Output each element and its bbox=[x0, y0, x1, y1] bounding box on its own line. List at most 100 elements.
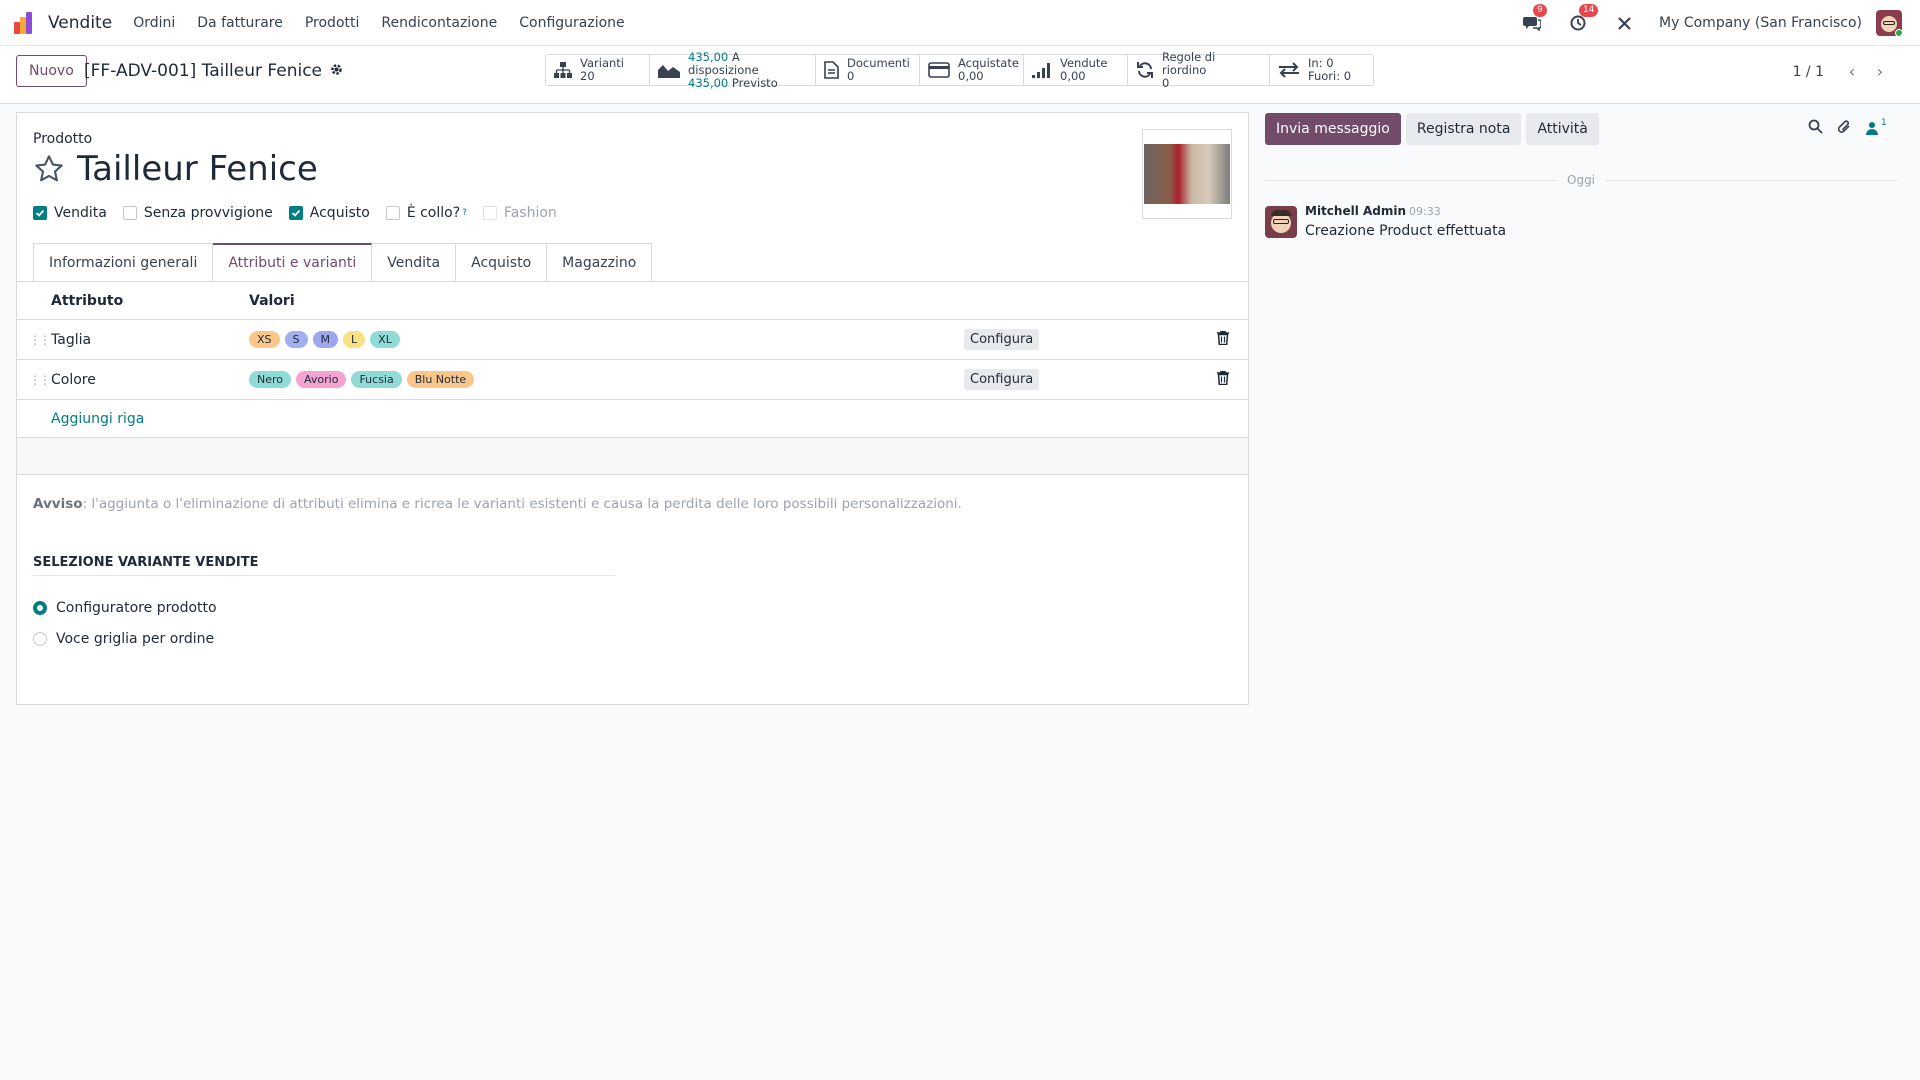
pager-next-icon[interactable]: › bbox=[1866, 62, 1894, 81]
value-tag: Nero bbox=[249, 371, 292, 388]
menu-item-rendicontazione[interactable]: Rendicontazione bbox=[370, 15, 508, 31]
add-line-row: Aggiungi riga bbox=[17, 400, 1248, 438]
on-hand-smart-button[interactable]: 435,00 A disposizione 435,00 Previsto bbox=[650, 50, 816, 89]
column-header-attributo[interactable]: Attributo bbox=[51, 293, 123, 309]
company-switcher[interactable]: My Company (San Francisco) bbox=[1659, 15, 1862, 31]
notebook-tabs: Informazioni generali Attributi e varian… bbox=[33, 243, 653, 282]
drag-handle-icon[interactable]: ⋮⋮ bbox=[29, 333, 51, 347]
column-header-valori[interactable]: Valori bbox=[249, 293, 295, 309]
trash-icon[interactable] bbox=[1217, 370, 1229, 389]
attribute-name[interactable]: Taglia bbox=[51, 332, 91, 348]
in-out-smart-button[interactable]: In: 0 Fuori: 0 bbox=[1270, 55, 1373, 85]
trash-icon[interactable] bbox=[1217, 330, 1229, 349]
app-logo-icon[interactable] bbox=[14, 11, 38, 34]
table-header: Attributo Valori bbox=[17, 282, 1248, 320]
activities-button[interactable]: Attività bbox=[1526, 113, 1599, 145]
reorder-rules-smart-button[interactable]: Regole di riordino 0 bbox=[1128, 50, 1270, 89]
checkbox-e-collo[interactable]: È collo? ? bbox=[385, 205, 467, 221]
message-author-avatar[interactable] bbox=[1265, 206, 1297, 238]
table-row[interactable]: ⋮⋮ Taglia XS S M L XL Configura bbox=[17, 320, 1248, 360]
variants-smart-button[interactable]: Varianti 20 bbox=[546, 55, 650, 85]
main-menu: Ordini Da fatturare Prodotti Rendicontaz… bbox=[122, 15, 635, 31]
radio-voce-griglia[interactable]: Voce griglia per ordine bbox=[33, 631, 214, 647]
checkbox-senza-provvigione[interactable]: Senza provvigione bbox=[122, 205, 273, 221]
checkbox-unchecked-icon[interactable] bbox=[122, 206, 137, 220]
menu-item-configurazione[interactable]: Configurazione bbox=[508, 15, 635, 31]
chatter-icons: 1 bbox=[1808, 118, 1915, 135]
product-field-label: Prodotto bbox=[33, 131, 93, 147]
menu-item-prodotti[interactable]: Prodotti bbox=[294, 15, 371, 31]
drag-handle-icon[interactable]: ⋮⋮ bbox=[29, 373, 51, 387]
radio-unselected-icon[interactable] bbox=[33, 632, 47, 646]
configure-button[interactable]: Configura bbox=[964, 329, 1040, 350]
checkbox-checked-icon[interactable] bbox=[33, 206, 47, 220]
log-note-button[interactable]: Registra nota bbox=[1405, 113, 1522, 145]
value-tag: S bbox=[284, 331, 308, 348]
app-name[interactable]: Vendite bbox=[48, 13, 112, 33]
message-time: 09:33 bbox=[1409, 205, 1441, 218]
checkbox-disabled-icon bbox=[482, 206, 497, 220]
attribute-values[interactable]: XS S M L XL bbox=[249, 331, 405, 348]
checkbox-fashion: Fashion bbox=[482, 205, 557, 221]
tab-attributi-e-varianti[interactable]: Attributi e varianti bbox=[213, 243, 373, 282]
reorder-rules-label: Regole di riordino bbox=[1162, 49, 1216, 77]
product-photo bbox=[1144, 144, 1230, 204]
date-separator: Oggi bbox=[1557, 173, 1606, 187]
tab-informazioni-generali[interactable]: Informazioni generali bbox=[33, 243, 214, 281]
tools-icon[interactable] bbox=[1613, 12, 1635, 34]
value-tag: M bbox=[312, 331, 339, 348]
smart-buttons: Varianti 20 435,00 A disposizione 435,00 … bbox=[545, 50, 1374, 89]
messages-icon[interactable]: 9 bbox=[1521, 4, 1547, 34]
sold-smart-button[interactable]: Vendute 0,00 bbox=[1024, 55, 1128, 85]
radio-selected-icon[interactable] bbox=[33, 601, 47, 615]
search-icon[interactable] bbox=[1808, 119, 1823, 134]
tab-acquisto[interactable]: Acquisto bbox=[456, 243, 548, 281]
checkbox-vendita[interactable]: Vendita bbox=[33, 205, 107, 221]
breadcrumb: [FF-ADV-001] Tailleur Fenice bbox=[84, 61, 343, 81]
tab-magazzino[interactable]: Magazzino bbox=[547, 243, 653, 281]
purchased-smart-button[interactable]: Acquistate 0,00 bbox=[920, 55, 1024, 85]
followers-icon[interactable]: 1 bbox=[1866, 118, 1901, 135]
value-tag: Blu Notte bbox=[406, 371, 475, 388]
on-hand-value: 435,00 bbox=[688, 49, 729, 64]
attribute-name[interactable]: Colore bbox=[51, 372, 96, 388]
checkbox-label: Fashion bbox=[503, 205, 557, 221]
attributes-table: Attributo Valori ⋮⋮ Taglia XS S M L XL C… bbox=[17, 281, 1248, 475]
checkbox-acquisto[interactable]: Acquisto bbox=[288, 205, 370, 221]
activities-badge: 14 bbox=[1579, 4, 1599, 17]
product-image[interactable] bbox=[1142, 129, 1232, 219]
messages-badge: 9 bbox=[1533, 4, 1547, 17]
radio-configuratore-prodotto[interactable]: Configuratore prodotto bbox=[33, 600, 217, 616]
favorite-star-icon[interactable] bbox=[33, 153, 65, 189]
send-message-button[interactable]: Invia messaggio bbox=[1265, 113, 1401, 145]
menu-item-ordini[interactable]: Ordini bbox=[122, 15, 186, 31]
activities-clock-icon[interactable]: 14 bbox=[1567, 4, 1599, 34]
chatter-topbar: Invia messaggio Registra nota Attività bbox=[1265, 113, 1604, 145]
add-line-link[interactable]: Aggiungi riga bbox=[51, 411, 144, 427]
table-row[interactable]: ⋮⋮ Colore Nero Avorio Fucsia Blu Notte C… bbox=[17, 360, 1248, 400]
documents-smart-button[interactable]: Documenti 0 bbox=[816, 55, 920, 85]
product-name-input[interactable]: Tailleur Fenice bbox=[77, 149, 318, 189]
attribute-values[interactable]: Nero Avorio Fucsia Blu Notte bbox=[249, 371, 479, 388]
pager-previous-icon[interactable]: ‹ bbox=[1838, 62, 1866, 81]
paperclip-icon[interactable] bbox=[1837, 119, 1852, 135]
user-avatar[interactable] bbox=[1876, 10, 1902, 36]
new-button[interactable]: Nuovo bbox=[16, 55, 87, 87]
radio-label: Configuratore prodotto bbox=[56, 600, 217, 616]
forecast-label: Previsto bbox=[731, 75, 778, 90]
checkbox-unchecked-icon[interactable] bbox=[385, 206, 400, 220]
form-sheet: Prodotto Tailleur Fenice Vendita Senza p… bbox=[16, 112, 1249, 705]
checkbox-checked-icon[interactable] bbox=[288, 206, 303, 220]
help-tooltip-icon[interactable]: ? bbox=[462, 208, 467, 218]
followers-count: 1 bbox=[1881, 118, 1887, 128]
documents-label: Documenti bbox=[847, 56, 910, 70]
menu-item-da-fatturare[interactable]: Da fatturare bbox=[186, 15, 294, 31]
author-name[interactable]: Mitchell Admin bbox=[1305, 204, 1406, 218]
configure-button[interactable]: Configura bbox=[964, 369, 1040, 390]
gear-icon[interactable] bbox=[330, 63, 343, 80]
documents-value: 0 bbox=[847, 69, 855, 83]
pager-value[interactable]: 1 / 1 bbox=[1793, 64, 1824, 80]
pager: 1 / 1 ‹ › bbox=[1793, 62, 1894, 81]
table-footer bbox=[17, 438, 1248, 475]
tab-vendita[interactable]: Vendita bbox=[372, 243, 457, 281]
